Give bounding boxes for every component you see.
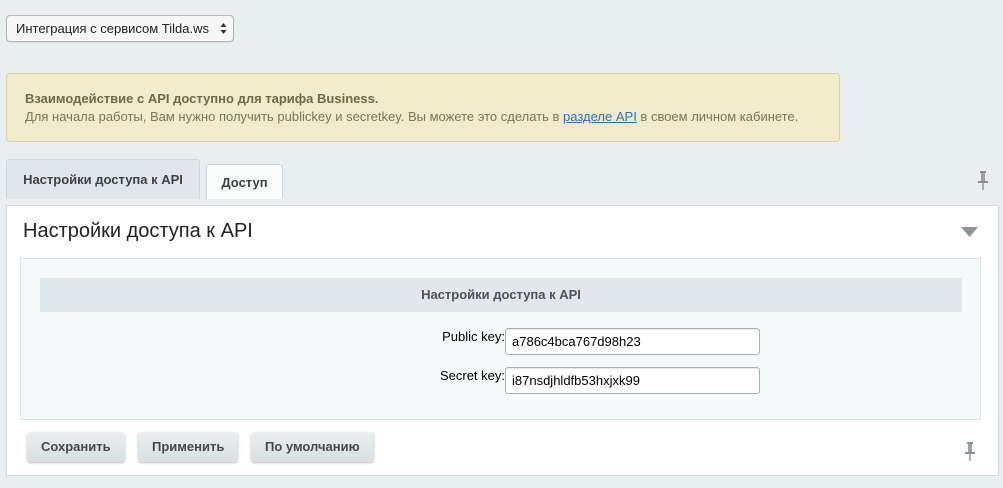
tab-access[interactable]: Доступ bbox=[206, 164, 283, 199]
settings-panel: Настройки доступа к API Настройки доступ… bbox=[6, 205, 999, 476]
section-header: Настройки доступа к API bbox=[40, 278, 962, 312]
tab-api-settings[interactable]: Настройки доступа к API bbox=[6, 159, 200, 199]
module-select-value: Интеграция с сервисом Tilda.ws bbox=[16, 21, 209, 36]
api-section-link[interactable]: разделе API bbox=[563, 109, 637, 124]
notice-text-after: в своем личном кабинете. bbox=[636, 109, 799, 124]
select-arrows-icon bbox=[220, 23, 227, 34]
default-button[interactable]: По умолчанию bbox=[251, 432, 374, 462]
notice-title: Взаимодействие с API доступно для тарифа… bbox=[25, 91, 379, 106]
collapse-icon[interactable] bbox=[961, 227, 978, 238]
module-select[interactable]: Интеграция с сервисом Tilda.ws bbox=[6, 15, 234, 42]
apply-button[interactable]: Применить bbox=[138, 432, 239, 462]
notice-text: Для начала работы, Вам нужно получить pu… bbox=[25, 109, 839, 124]
secret-key-input[interactable] bbox=[505, 367, 760, 394]
pin-icon[interactable] bbox=[977, 171, 989, 191]
pin-icon-bottom[interactable] bbox=[964, 442, 976, 462]
settings-section: Настройки доступа к API Public key: Secr… bbox=[20, 258, 981, 420]
public-key-label: Public key: bbox=[442, 329, 505, 344]
secret-key-row: Secret key: bbox=[21, 367, 980, 394]
notice-text-before: Для начала работы, Вам нужно получить pu… bbox=[25, 109, 564, 124]
public-key-row: Public key: bbox=[21, 328, 980, 355]
panel-title: Настройки доступа к API bbox=[23, 220, 253, 242]
public-key-input[interactable] bbox=[505, 328, 760, 355]
save-button[interactable]: Сохранить bbox=[27, 432, 125, 462]
secret-key-label: Secret key: bbox=[439, 368, 505, 383]
api-notice: Взаимодействие с API доступно для тарифа… bbox=[6, 73, 840, 142]
